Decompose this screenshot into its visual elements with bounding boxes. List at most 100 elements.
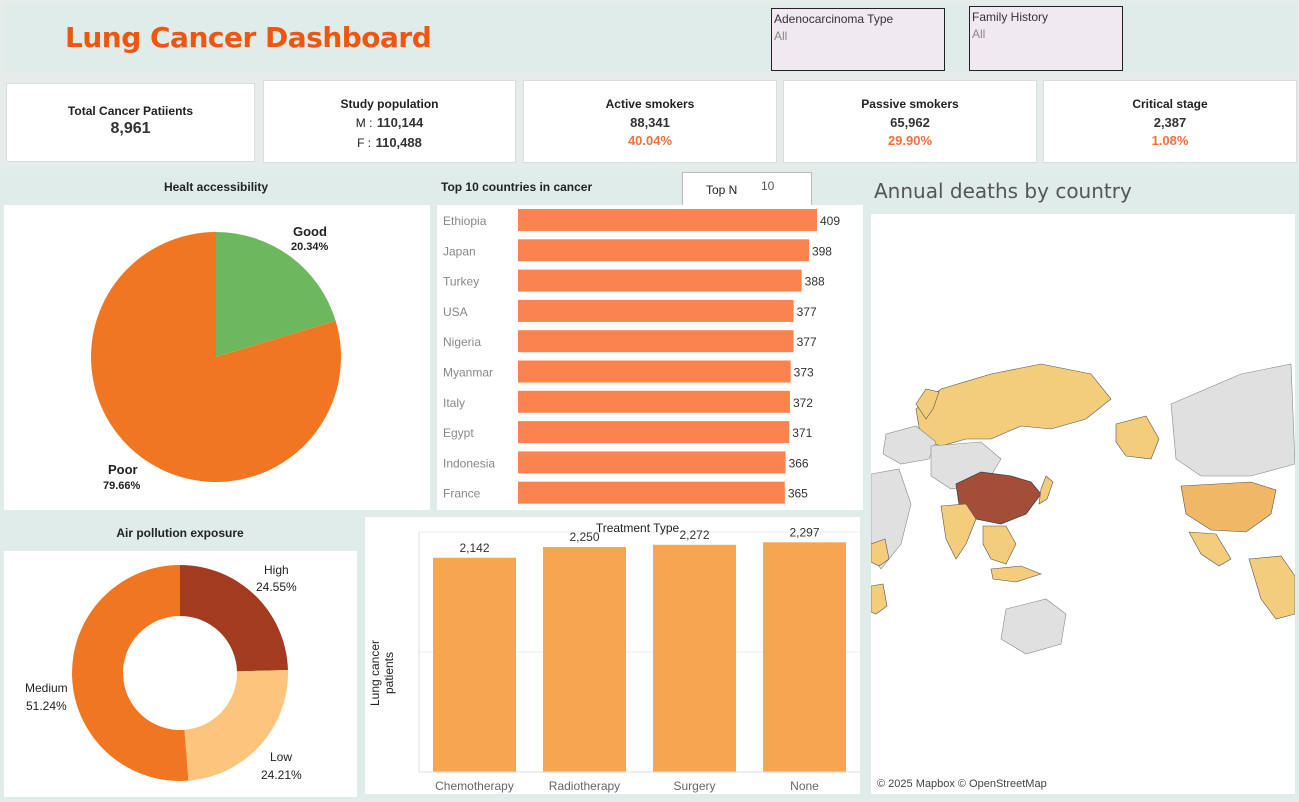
low-label: Low [270, 750, 293, 764]
kpi-value: 88,341 [630, 115, 670, 130]
pollution-card [4, 551, 357, 797]
bar-value-label: 365 [788, 487, 808, 501]
topn-value: 10 [761, 179, 775, 193]
kpi-label: Passive smokers [861, 97, 959, 111]
bar-value-label: 372 [793, 396, 813, 410]
top10-title: Top 10 countries in cancer [441, 180, 593, 194]
kpi-label: Study population [340, 97, 439, 111]
filter-value: All [972, 27, 986, 41]
kpi-percent: 1.08% [1151, 133, 1189, 148]
map-region-india[interactable] [940, 503, 977, 560]
kpi-label: Critical stage [1132, 97, 1208, 111]
donut-slice-low[interactable] [184, 669, 288, 781]
kpi-active-smokers: Active smokers 88,341 40.04% [523, 80, 777, 163]
map-region-indonesia[interactable] [990, 565, 1042, 583]
poor-pct: 79.66% [103, 480, 141, 492]
treatment-title: Treatment Type [595, 521, 680, 535]
health-pie-chart [91, 232, 342, 482]
top10-card: Ethiopia 409 Japan 398 Turkey 388 USA 377 Nigeri… [437, 205, 863, 510]
kpi-percent: 40.04% [627, 133, 673, 148]
country-bar[interactable] [518, 299, 794, 322]
poor-label: Poor [108, 462, 138, 477]
kpi-label: Active smokers [605, 97, 695, 111]
country-label: Nigeria [443, 335, 481, 349]
country-label: Indonesia [443, 456, 495, 470]
country-bar[interactable] [518, 390, 790, 413]
country-bar[interactable] [518, 269, 802, 292]
pollution-title: Air pollution exposure [116, 526, 244, 540]
map-region-alaska[interactable] [1115, 415, 1160, 460]
category-tick-label: Surgery [673, 779, 715, 793]
filter-family-history[interactable]: Family History All [969, 6, 1123, 71]
country-bar[interactable] [518, 209, 817, 231]
country-bar[interactable] [518, 421, 790, 444]
map-title: Annual deaths by country [874, 179, 1132, 203]
kpi-total-patients: Total Cancer Patiients 8,961 [6, 83, 255, 162]
bar-value-label: 377 [797, 335, 817, 349]
country-label: Myanmar [443, 366, 493, 380]
kpi-study-population: Study population M : 110,144 F : 110,488 [263, 80, 516, 163]
high-pct: 24.55% [256, 580, 297, 594]
kpi-critical-stage: Critical stage 2,387 1.08% [1043, 80, 1297, 163]
top10-bar-chart: Ethiopia 409 Japan 398 Turkey 388 USA 377 Nigeri… [443, 209, 840, 504]
world-map[interactable]: © 2025 Mapbox © OpenStreetMap [871, 214, 1295, 794]
map-region-east-africa[interactable] [871, 583, 888, 615]
map-region-canada[interactable] [1170, 363, 1295, 477]
donut-slice-medium[interactable] [72, 565, 189, 781]
treatment-bar-chart: 2,142Chemotherapy2,250Radiotherapy2,272S… [418, 525, 860, 793]
category-tick-label: Chemotherapy [435, 779, 514, 793]
good-pct: 20.34% [291, 241, 329, 253]
country-label: Ethiopia [443, 214, 487, 228]
kpi-value: 65,962 [890, 115, 930, 130]
country-label: USA [443, 305, 468, 319]
female-value: 110,488 [375, 135, 422, 150]
health-card [4, 205, 430, 510]
filter-adenocarcinoma-type[interactable]: Adenocarcinoma Type All [771, 8, 945, 71]
map-region-japan[interactable] [1038, 475, 1054, 505]
country-label: Turkey [443, 275, 479, 289]
treatment-bar[interactable] [433, 557, 516, 772]
treatment-bar[interactable] [653, 544, 736, 772]
bar-value-label: 2,142 [459, 541, 489, 555]
kpi-female-row: F : 110,488 [264, 134, 515, 152]
pollution-donut-chart [72, 565, 288, 781]
bar-value-label: 373 [794, 366, 814, 380]
kpi-label: Total Cancer Patiients [67, 104, 194, 118]
map-region-russia[interactable] [915, 363, 1112, 447]
bar-value-label: 371 [792, 426, 812, 440]
world-map-svg [871, 363, 1295, 655]
map-region-se-asia[interactable] [982, 525, 1017, 565]
country-label: France [443, 487, 481, 501]
good-label: Good [293, 224, 327, 239]
map-region-mexico[interactable] [1188, 531, 1232, 567]
male-label: M : [355, 116, 373, 130]
treatment-ylabel: Lung cancer patients [368, 639, 396, 707]
high-label: High [264, 563, 289, 577]
map-region-australia[interactable] [1000, 598, 1067, 655]
filter-label: Adenocarcinoma Type [774, 12, 894, 26]
country-bar[interactable] [518, 451, 786, 474]
topn-parameter[interactable]: Top N 10 [682, 172, 812, 206]
kpi-percent: 29.90% [887, 133, 933, 148]
country-bar[interactable] [518, 481, 785, 504]
country-bar[interactable] [518, 330, 794, 353]
map-region-usa[interactable] [1180, 481, 1277, 533]
kpi-value: 8,961 [110, 120, 151, 137]
country-bar[interactable] [518, 360, 791, 383]
male-value: 110,144 [376, 115, 424, 130]
map-region-south-america[interactable] [1248, 555, 1295, 620]
bar-value-label: 377 [797, 305, 817, 319]
country-bar[interactable] [518, 239, 809, 262]
filter-value: All [774, 29, 788, 43]
treatment-card: Treatment Type 2,142 Chemotherapy 2,250 Rad… [365, 517, 860, 794]
map-attribution: © 2025 Mapbox © OpenStreetMap [877, 778, 1047, 790]
filter-label: Family History [972, 10, 1049, 24]
bar-value-label: 409 [820, 214, 840, 228]
health-title: Healt accessibility [163, 180, 269, 194]
category-tick-label: Radiotherapy [549, 779, 620, 793]
treatment-bar[interactable] [763, 542, 846, 772]
country-label: Egypt [443, 426, 474, 440]
dashboard-title: Lung Cancer Dashboard [65, 21, 432, 54]
kpi-passive-smokers: Passive smokers 65,962 29.90% [783, 80, 1037, 163]
treatment-bar[interactable] [543, 547, 626, 772]
